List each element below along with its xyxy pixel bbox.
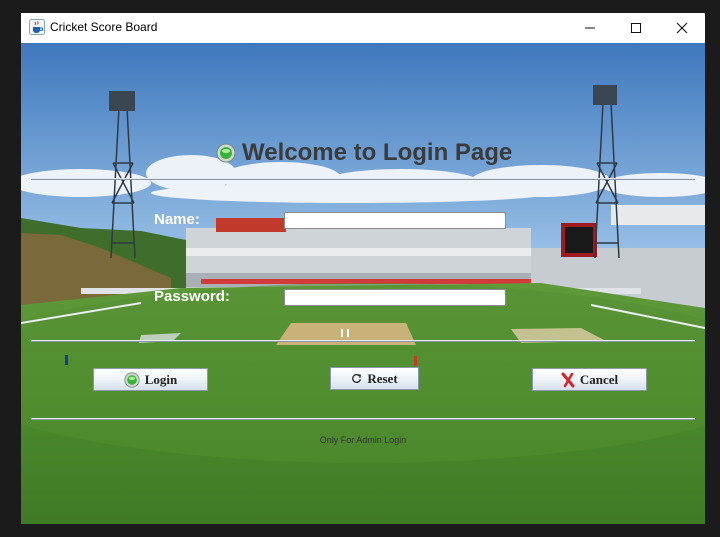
app-window: Cricket Score Board Welcome to Login Pag… — [21, 13, 705, 524]
red-x-icon — [561, 372, 575, 387]
title-bar[interactable]: Cricket Score Board — [21, 13, 705, 43]
refresh-icon — [352, 374, 362, 383]
green-orb-icon — [216, 143, 236, 163]
cancel-button-label: Cancel — [579, 371, 619, 387]
name-input[interactable] — [284, 212, 506, 229]
window-title: Cricket Score Board — [50, 20, 158, 34]
maximize-button[interactable] — [613, 13, 659, 43]
minimize-button[interactable] — [567, 13, 613, 43]
cancel-button[interactable]: Cancel — [532, 368, 647, 391]
maximize-icon — [631, 23, 641, 33]
top-separator — [31, 178, 695, 180]
close-button[interactable] — [659, 13, 705, 43]
name-label: Name: — [154, 211, 200, 228]
admin-note: Only For Admin Login — [319, 435, 407, 445]
page-title: Welcome to Login Page — [242, 139, 513, 166]
reset-button[interactable]: Reset — [330, 367, 419, 390]
minimize-icon — [585, 27, 595, 29]
password-label: Password: — [154, 288, 230, 305]
login-panel: Welcome to Login Page Name: Password: Lo… — [21, 43, 705, 524]
middle-separator — [31, 340, 695, 342]
login-button[interactable]: Login — [93, 368, 208, 391]
reset-button-label: Reset — [367, 370, 398, 386]
password-input[interactable] — [284, 289, 506, 306]
green-orb-icon — [124, 371, 140, 388]
bottom-separator — [31, 418, 695, 420]
page-heading: Welcome to Login Page — [216, 138, 512, 168]
close-icon — [676, 22, 688, 34]
stadium-background-image — [21, 43, 705, 524]
login-button-label: Login — [144, 371, 178, 387]
java-cup-icon — [29, 19, 45, 35]
